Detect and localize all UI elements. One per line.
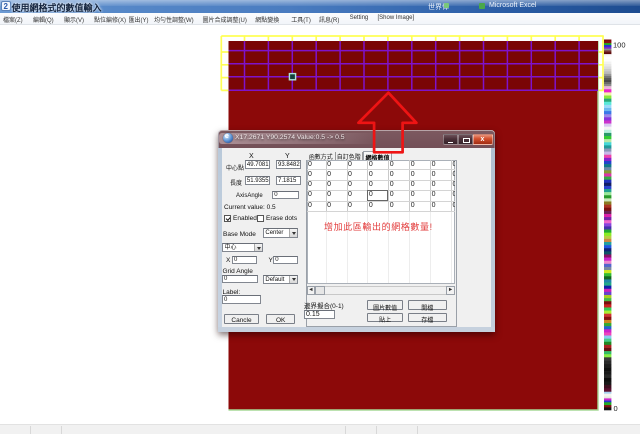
svg-text:0: 0 bbox=[614, 404, 618, 413]
svg-text:100: 100 bbox=[613, 41, 626, 50]
